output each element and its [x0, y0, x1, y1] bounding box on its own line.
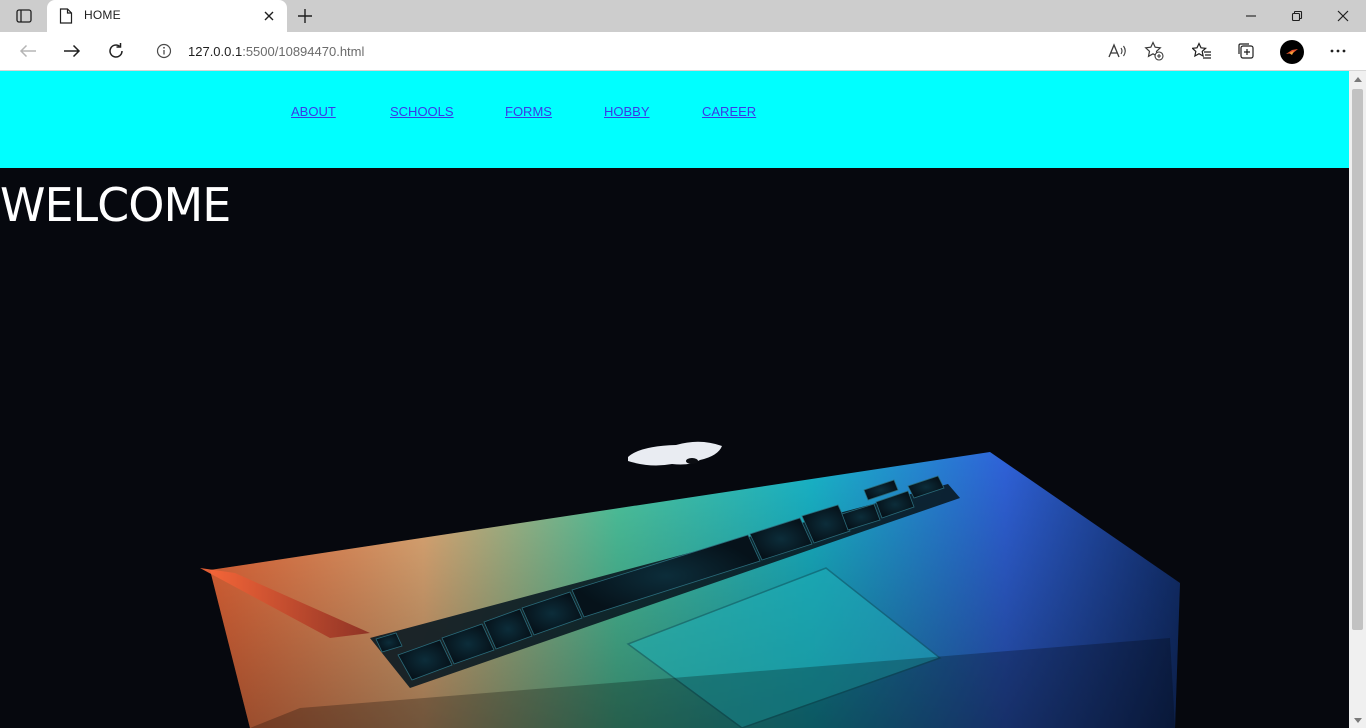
- nav-link-about[interactable]: ABOUT: [291, 104, 336, 119]
- back-button[interactable]: [12, 35, 44, 67]
- new-tab-button[interactable]: [292, 4, 318, 28]
- nav-link-hobby[interactable]: HOBBY: [604, 104, 650, 119]
- add-favorite-button[interactable]: [1142, 39, 1166, 63]
- url-path: :5500/10894470.html: [242, 44, 365, 59]
- star-add-icon: [1144, 41, 1164, 61]
- tab-strip: HOME: [0, 0, 1366, 32]
- favorites-button[interactable]: [1186, 35, 1218, 67]
- window-close-button[interactable]: [1320, 0, 1366, 32]
- forward-button[interactable]: [56, 35, 88, 67]
- plus-icon: [298, 9, 312, 23]
- nav-link-career[interactable]: CAREER: [702, 104, 756, 119]
- refresh-icon: [109, 43, 123, 58]
- site-navbar: ABOUT SCHOOLS FORMS HOBBY CAREER: [0, 71, 1349, 168]
- restore-button[interactable]: [1274, 0, 1320, 32]
- back-arrow-icon: [19, 44, 36, 58]
- tab-title: HOME: [84, 8, 121, 22]
- browser-toolbar: 127.0.0.1:5500/10894470.html: [0, 32, 1366, 71]
- tab-actions-icon: [16, 9, 32, 23]
- profile-picture-icon: [1286, 49, 1298, 55]
- scroll-down-button[interactable]: [1349, 712, 1366, 728]
- laptop-keyboard-glowing-image: [200, 441, 1180, 728]
- read-aloud-icon: [1108, 43, 1126, 58]
- active-tab[interactable]: HOME: [47, 0, 287, 32]
- minimize-button[interactable]: [1228, 0, 1274, 32]
- vertical-scrollbar[interactable]: [1349, 71, 1366, 728]
- profile-avatar[interactable]: [1280, 40, 1304, 64]
- minimize-icon: [1246, 15, 1256, 17]
- close-icon: [1337, 10, 1349, 22]
- welcome-heading: WELCOME: [0, 178, 231, 232]
- caret-down-icon: [1353, 717, 1362, 723]
- caret-up-icon: [1353, 76, 1362, 82]
- url-host: 127.0.0.1: [188, 44, 243, 59]
- scrollbar-thumb[interactable]: [1352, 89, 1363, 630]
- settings-more-button[interactable]: [1322, 35, 1354, 67]
- page-icon: [59, 8, 73, 24]
- favorites-icon: [1192, 42, 1211, 59]
- hero-section: WELCOME: [0, 168, 1349, 728]
- restore-icon: [1291, 10, 1303, 22]
- page-viewport: ABOUT SCHOOLS FORMS HOBBY CAREER WELCOME: [0, 71, 1349, 728]
- address-bar[interactable]: 127.0.0.1:5500/10894470.html: [144, 35, 1174, 67]
- tab-close-button[interactable]: [261, 8, 277, 24]
- nav-link-schools[interactable]: SCHOOLS: [390, 104, 454, 119]
- url-text[interactable]: 127.0.0.1:5500/10894470.html: [188, 44, 364, 59]
- info-icon[interactable]: [156, 43, 172, 59]
- more-options-icon: [1330, 49, 1346, 53]
- collections-button[interactable]: [1230, 35, 1262, 67]
- nav-link-forms[interactable]: FORMS: [505, 104, 552, 119]
- scroll-up-button[interactable]: [1349, 71, 1366, 87]
- close-icon: [264, 11, 274, 21]
- refresh-button[interactable]: [100, 35, 132, 67]
- tab-actions-button[interactable]: [8, 4, 40, 28]
- forward-arrow-icon: [64, 44, 81, 58]
- read-aloud-button[interactable]: [1106, 39, 1130, 63]
- collections-icon: [1238, 43, 1254, 59]
